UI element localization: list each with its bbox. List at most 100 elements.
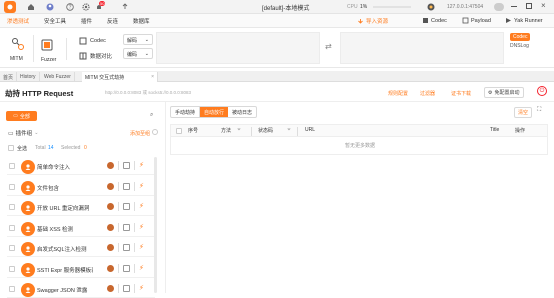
yak-engine-icon[interactable] [426,2,436,12]
plugin-detail-icon[interactable] [123,223,130,231]
encode-select[interactable]: 编码 ⌄ [123,48,153,59]
divider [118,181,119,191]
plugin-run-icon[interactable]: ⚡ [139,162,144,169]
passive-start-button[interactable]: ⚙ 免配置启动 [484,87,524,98]
select-all-checkbox[interactable] [8,145,14,151]
codec-shortcut[interactable]: Codec [422,17,447,24]
menu-reverse[interactable]: 反连 [107,17,118,25]
fullscreen-icon[interactable]: ⛶ [537,107,541,114]
plugin-group-selector[interactable]: ▭ 插件组 ⌄ [8,129,38,137]
col-index[interactable]: 序号 [188,127,198,134]
swap-icon[interactable]: ⇄ [325,42,332,51]
codec-input-area[interactable] [156,32,320,64]
plugin-detail-icon[interactable] [123,264,130,272]
codec-tool[interactable]: Codec [79,37,106,45]
minimize-icon[interactable] [511,6,517,7]
payload-shortcut[interactable]: Payload [462,17,491,24]
plugin-run-icon[interactable]: ⚡ [139,285,144,292]
plugin-checkbox[interactable] [9,183,15,190]
plugin-run-icon[interactable]: ⚡ [139,183,144,190]
manual-hijack-tab[interactable]: 手动劫持 [171,107,201,117]
col-url[interactable]: URL [305,127,315,133]
passive-log-tab[interactable]: 被动日志 [228,107,256,117]
tab-home[interactable]: 首页 [0,72,18,82]
plugin-checkbox[interactable] [9,265,15,272]
cert-download-button[interactable]: 证书下载 [451,90,471,97]
menu-security-tools[interactable]: 安全工具 [44,17,66,25]
codec-output-area[interactable] [340,32,504,64]
menu-database[interactable]: 数据库 [133,17,150,25]
help-icon[interactable]: ? [65,2,75,12]
folder-icon: ▭ [13,113,18,119]
dnslog-tab-button[interactable]: DNSLog [510,43,529,49]
plugin-checkbox[interactable] [9,245,15,251]
fuzzer-label[interactable]: Fuzzer [41,57,56,63]
col-status[interactable]: 状态码 [258,127,273,134]
plugin-list-item[interactable]: 启发式SQL注入检测 ⚡ [7,240,155,257]
plugin-list-item[interactable]: 文件包含 ⚡ [7,179,155,196]
close-icon[interactable]: × [541,1,546,10]
tab-mitm[interactable]: MITM 交互式劫持 × [82,72,158,82]
main-menu-bar: 渗透测试 安全工具 插件 反连 数据库 导入资源 Codec Payload Y… [0,14,554,28]
compare-tool[interactable]: 数据对比 [79,52,112,60]
plugin-checkbox[interactable] [9,224,15,231]
toggle-switch[interactable] [494,3,504,11]
mitm-label[interactable]: MITM [10,56,23,62]
tab-web-fuzzer[interactable]: Web Fuzzer [41,72,75,82]
decode-select[interactable]: 解码 ⌄ [123,34,153,45]
auto-release-tab[interactable]: 自动放行 [200,107,229,117]
col-actions[interactable]: 操作 [515,127,525,134]
col-method[interactable]: 方法 [221,127,231,134]
plugin-list-item[interactable]: 基础 XSS 检测 ⚡ [7,220,155,237]
plugin-run-icon[interactable]: ⚡ [139,203,144,210]
plugin-checkbox[interactable] [9,286,15,292]
col-title[interactable]: Title [490,127,499,133]
fuzzer-icon[interactable] [40,38,54,52]
plugin-avatar-icon [21,201,35,215]
header-divider [0,101,554,102]
plugin-list-item[interactable]: 开放 URL 重定向漏洞 ⚡ [7,199,155,216]
clear-button[interactable]: 清空 [514,107,533,118]
close-tab-icon[interactable]: × [151,74,154,80]
rule-config-button[interactable]: 规则配置 [388,90,408,97]
plugin-run-icon[interactable]: ⚡ [139,244,144,251]
plugin-list-scrollbar[interactable] [154,157,157,293]
menu-plugins[interactable]: 插件 [81,17,92,25]
plugin-detail-icon[interactable] [123,244,130,251]
divider [118,161,119,170]
power-icon[interactable]: ⏻ [537,86,547,96]
plugin-run-icon[interactable]: ⚡ [139,224,144,231]
plugin-list-item[interactable]: 简单命令注入 ⚡ [7,158,155,175]
filter-button[interactable]: 过滤器 [420,90,435,97]
plugin-name: 基础 XSS 检测 [37,226,74,233]
plugin-checkbox[interactable] [9,163,15,169]
filter-icon[interactable]: ⏷ [237,127,241,133]
plugin-detail-icon[interactable] [123,182,130,190]
filter-icon[interactable]: ⏷ [287,127,291,133]
user-icon[interactable] [45,2,55,12]
plugin-detail-icon[interactable] [123,162,130,169]
settings-icon[interactable] [81,2,91,12]
home-icon[interactable] [26,2,36,12]
plugin-checkbox[interactable] [9,204,15,210]
add-to-group-button[interactable]: 添加至组 [130,130,150,137]
yakit-logo-icon [4,1,16,13]
all-plugins-button[interactable]: ▭ 全部 [6,111,37,121]
header-checkbox[interactable] [176,128,182,134]
yak-runner-shortcut[interactable]: Yak Runner [505,17,543,24]
plugin-detail-icon[interactable] [123,285,130,292]
plugin-list-item[interactable]: SSTI Expr 服务器模板表达… ⚡ [7,261,155,278]
menu-pentest[interactable]: 渗透测试 [7,17,29,25]
tab-history[interactable]: History [17,72,40,82]
divider [118,202,119,211]
maximize-icon[interactable] [526,3,532,9]
search-icon[interactable]: ⌕ [150,112,153,119]
codec-tab-button[interactable]: Codec [510,33,531,41]
upload-icon[interactable] [120,2,130,12]
import-resource-button[interactable]: 导入资源 [357,17,388,25]
plugin-list-item[interactable]: Swagger JSON 泄露 ⚡ [7,281,155,298]
help-icon[interactable] [152,129,158,135]
mitm-icon[interactable] [10,36,26,52]
plugin-run-icon[interactable]: ⚡ [139,265,144,272]
plugin-detail-icon[interactable] [123,203,130,210]
